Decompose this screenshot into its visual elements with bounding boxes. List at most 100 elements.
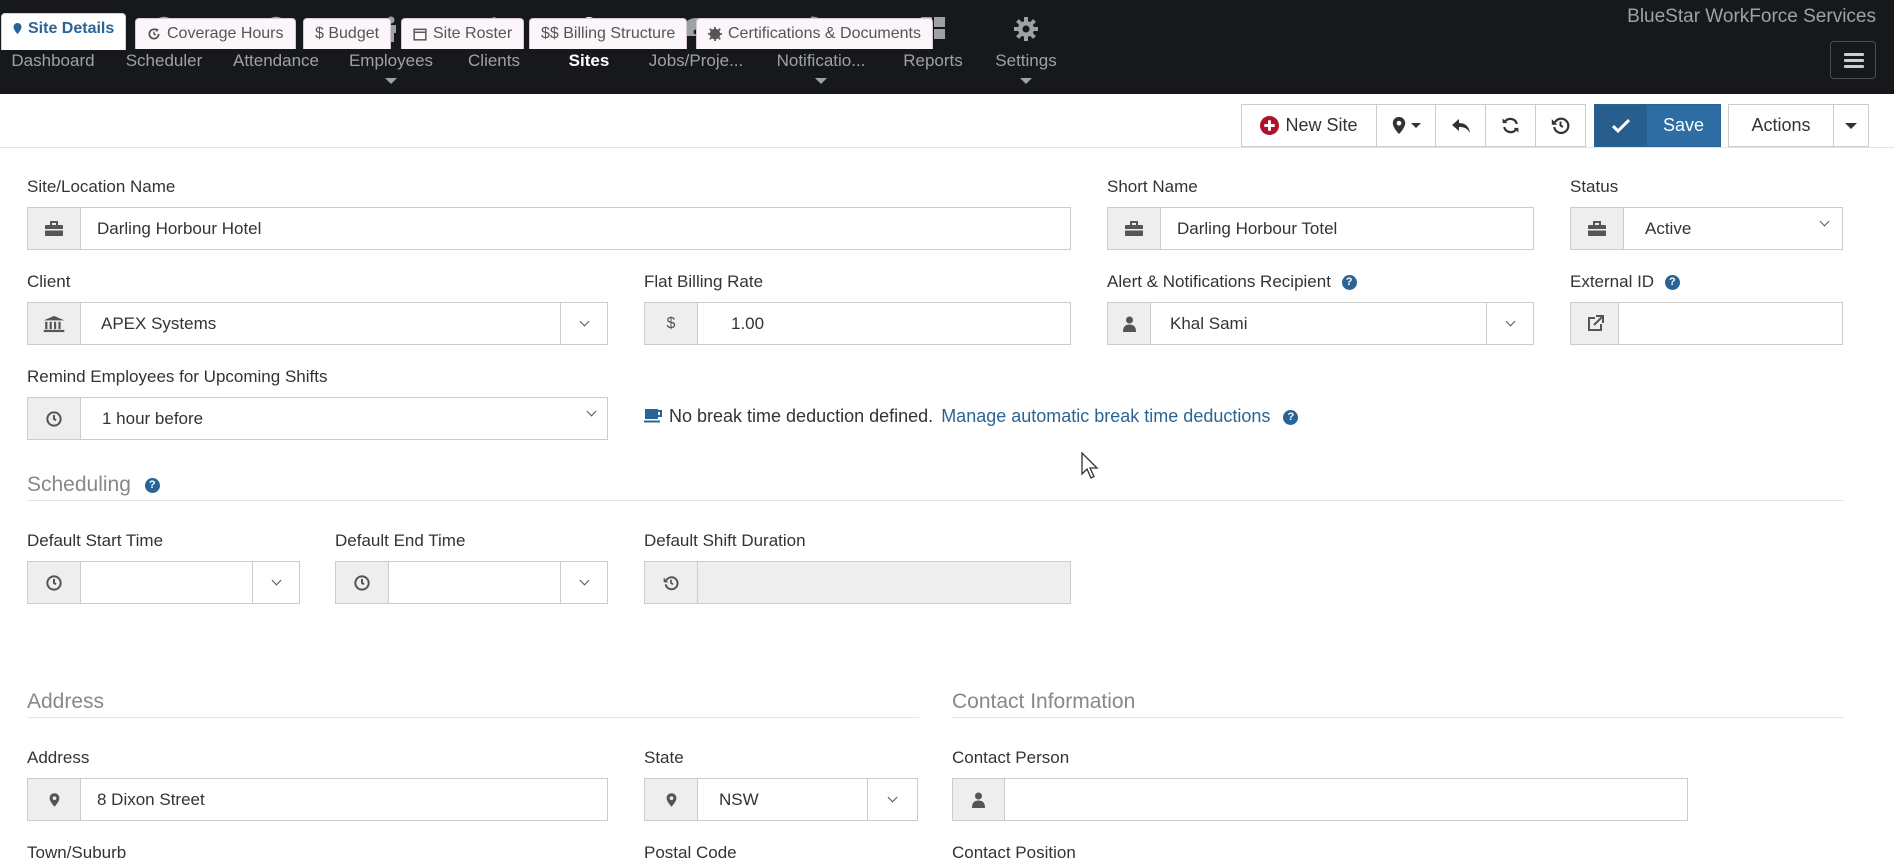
contact-divider: [952, 717, 1844, 718]
state-select[interactable]: NSW: [644, 778, 918, 821]
address-divider: [27, 717, 919, 718]
town-suburb-label: Town/Suburb: [27, 843, 127, 862]
default-end-time-select[interactable]: [335, 561, 608, 604]
chevron-down-icon[interactable]: [252, 562, 299, 603]
user-icon: [1122, 316, 1136, 332]
contact-position-label: Contact Position: [952, 843, 1076, 862]
chevron-down-icon[interactable]: [867, 779, 917, 820]
client-select[interactable]: APEX Systems: [27, 302, 608, 345]
remind-label: Remind Employees for Upcoming Shifts: [27, 367, 328, 386]
history-icon: [1551, 117, 1570, 134]
site-name-field[interactable]: Darling Horbour Hotel: [27, 207, 1071, 250]
external-link-icon: [1587, 314, 1604, 331]
remind-value: 1 hour before: [102, 408, 204, 428]
address-value: 8 Dixon Street: [97, 789, 205, 809]
new-site-button[interactable]: New Site: [1241, 104, 1377, 147]
alert-recipient-label-text: Alert & Notifications Recipient: [1107, 272, 1331, 291]
default-end-label: Default End Time: [335, 531, 466, 550]
save-button[interactable]: Save: [1594, 104, 1721, 147]
history-button[interactable]: [1535, 104, 1586, 147]
hamburger-menu-button[interactable]: [1830, 41, 1876, 79]
flat-billing-rate-field[interactable]: $ 1.00: [644, 302, 1071, 345]
actions-dropdown-toggle[interactable]: [1833, 104, 1869, 147]
tab-site-roster[interactable]: Site Roster: [401, 18, 525, 49]
chevron-down-icon: [385, 78, 397, 84]
brand-name: BlueStar WorkForce Services: [1627, 6, 1876, 27]
default-start-time-select[interactable]: [27, 561, 300, 604]
manage-break-deductions-link[interactable]: Manage automatic break time deductions: [941, 406, 1270, 426]
site-name-value: Darling Horbour Hotel: [97, 218, 262, 238]
status-label: Status: [1570, 177, 1619, 196]
default-shift-duration-field: [644, 561, 1071, 604]
tab-label: Site Roster: [433, 25, 513, 42]
tab-site-details[interactable]: Site Details: [1, 13, 127, 50]
help-icon[interactable]: ?: [144, 477, 160, 493]
actions-label: Actions: [1751, 115, 1811, 135]
new-site-label: New Site: [1285, 115, 1358, 135]
nav-label: Employees: [348, 51, 434, 70]
alert-recipient-select[interactable]: Khal Sami: [1107, 302, 1534, 345]
chevron-down-icon[interactable]: [1486, 303, 1533, 344]
status-select[interactable]: Active: [1570, 207, 1843, 250]
reply-icon: [1451, 118, 1470, 133]
map-marker-icon: [666, 792, 676, 807]
chevron-down-icon[interactable]: [560, 303, 607, 344]
postal-code-label: Postal Code: [644, 843, 737, 862]
contact-person-label: Contact Person: [952, 748, 1070, 767]
alert-recipient-value: Khal Sami: [1170, 313, 1248, 333]
tab-budget[interactable]: $ Budget: [303, 18, 392, 49]
hamburger-line: [1844, 65, 1864, 68]
help-icon[interactable]: ?: [1283, 409, 1299, 425]
refresh-clock-icon: [148, 27, 160, 40]
check-icon: [1612, 118, 1630, 133]
remind-select[interactable]: 1 hour before: [27, 397, 608, 440]
tab-billing-structure[interactable]: $$ Billing Structure: [529, 18, 688, 49]
external-id-field[interactable]: [1570, 302, 1843, 345]
contact-information-heading: Contact Information: [952, 690, 1136, 713]
help-icon[interactable]: ?: [1664, 275, 1680, 291]
address-label: Address: [27, 748, 90, 767]
nav-label: Jobs/Proje...: [648, 51, 744, 70]
gear-icon: [1014, 17, 1038, 41]
flat-billing-rate-label: Flat Billing Rate: [644, 272, 764, 291]
contact-person-field[interactable]: [952, 778, 1688, 821]
currency-addon: $: [645, 303, 698, 344]
clock-icon: [354, 574, 370, 591]
briefcase-icon: [1588, 220, 1606, 236]
nav-label: Reports: [903, 51, 963, 70]
hamburger-line: [1844, 59, 1864, 62]
address-heading: Address: [27, 690, 105, 713]
address-field[interactable]: 8 Dixon Street: [27, 778, 608, 821]
user-icon: [972, 792, 985, 808]
calendar-icon: [413, 28, 427, 41]
plus-circle-icon: [1260, 116, 1280, 135]
chevron-down-icon: [1020, 78, 1032, 84]
map-marker-icon: [1392, 116, 1405, 135]
location-menu-button[interactable]: [1376, 104, 1436, 147]
tab-label: Certifications & Documents: [728, 25, 921, 42]
actions-button[interactable]: Actions: [1728, 104, 1834, 147]
status-value: Active: [1645, 218, 1692, 238]
nav-item-settings[interactable]: Settings: [988, 0, 1064, 94]
tab-label: $$ Billing Structure: [541, 25, 676, 42]
chevron-down-icon[interactable]: [560, 562, 607, 603]
tab-coverage-hours[interactable]: Coverage Hours: [135, 18, 296, 49]
map-marker-icon: [13, 23, 22, 35]
mouse-cursor-icon: [1081, 452, 1099, 479]
client-label: Client: [27, 272, 71, 291]
short-name-field[interactable]: Darling Horbour Totel: [1107, 207, 1534, 250]
briefcase-icon: [1125, 220, 1143, 236]
short-name-value: Darling Horbour Totel: [1177, 218, 1338, 238]
undo-button[interactable]: [1435, 104, 1486, 147]
tab-certifications-documents[interactable]: Certifications & Documents: [696, 18, 933, 49]
break-time-note: No break time deduction defined. Manage …: [644, 406, 1299, 427]
short-name-label: Short Name: [1107, 177, 1198, 196]
help-icon[interactable]: ?: [1341, 275, 1357, 291]
nav-label: Clients: [468, 51, 520, 70]
chevron-down-icon: [815, 78, 827, 84]
save-label: Save: [1662, 115, 1705, 135]
currency-symbol: $: [666, 314, 676, 332]
refresh-button[interactable]: [1485, 104, 1536, 147]
nav-label: Dashboard: [11, 51, 95, 70]
chevron-down-icon: [1410, 123, 1421, 128]
